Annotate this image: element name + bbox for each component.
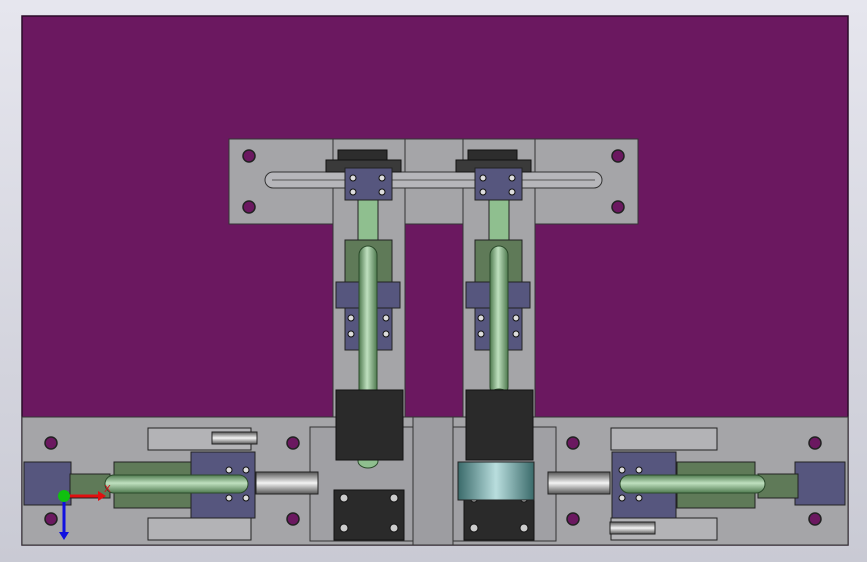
y-axis-origin [58,490,70,502]
right-lower-dark-block [457,389,535,541]
cad-model-view[interactable] [0,0,867,562]
cad-graphics-viewport[interactable]: X [0,0,867,562]
x-axis-label: X [104,484,111,495]
z-axis-arrow [59,532,69,540]
coordinate-triad: X [58,484,111,540]
center-gap [412,416,454,546]
